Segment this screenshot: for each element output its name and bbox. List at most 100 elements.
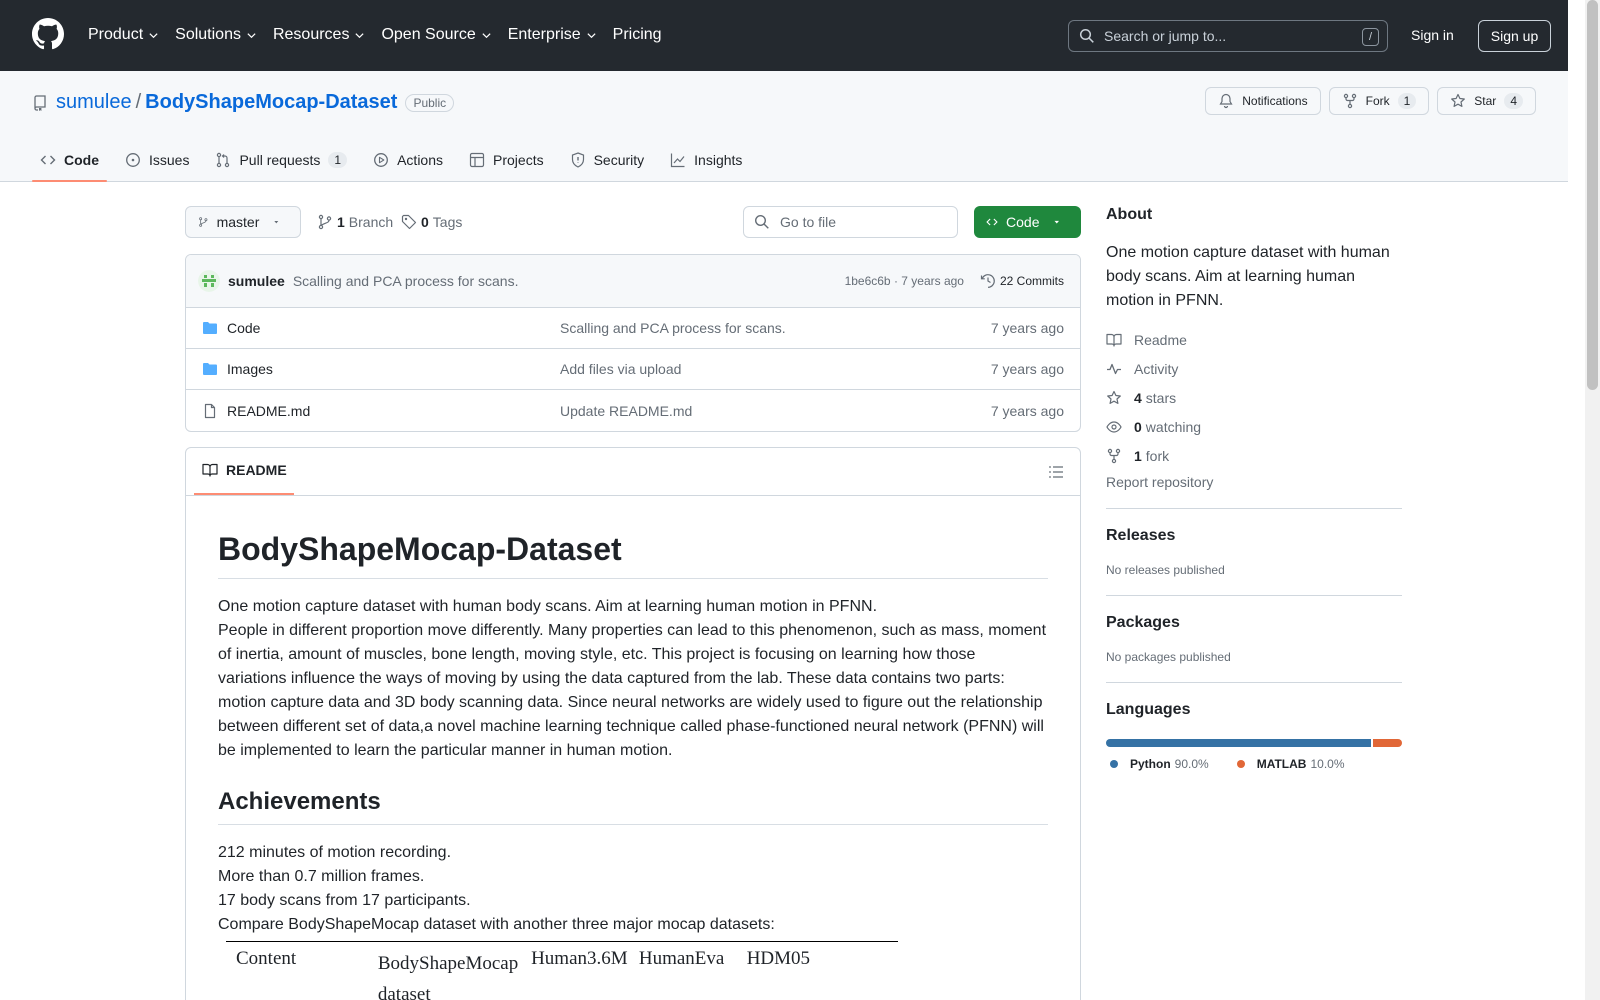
commits-history-link[interactable]: 22 Commits	[980, 273, 1064, 289]
code-dropdown-button[interactable]: Code	[974, 206, 1081, 238]
star-icon	[1451, 93, 1466, 107]
activity-link[interactable]: Activity	[1106, 359, 1402, 378]
file-name-link[interactable]: README.md	[227, 403, 310, 419]
global-header: Product Solutions Resources Open Source …	[0, 0, 1568, 71]
go-to-file-input[interactable]: Go to file	[743, 206, 958, 238]
file-name-link[interactable]: Images	[227, 361, 273, 377]
tab-label: Security	[593, 152, 645, 168]
nav-product[interactable]: Product	[88, 24, 159, 46]
search-input[interactable]: Search or jump to... /	[1068, 20, 1388, 52]
table-header-cell: Content	[236, 948, 297, 969]
comparison-table-image: Content BodyShapeMocap dataset Human3.6M…	[226, 941, 898, 1000]
tab-label: Actions	[397, 152, 444, 168]
repo-forked-icon	[1343, 93, 1356, 109]
code-icon	[40, 155, 56, 165]
tab-security[interactable]: Security	[562, 143, 653, 177]
forks-link[interactable]: 1 fork	[1106, 446, 1402, 465]
releases-heading[interactable]: Releases	[1106, 527, 1402, 545]
table-header-cell: BodyShapeMocap dataset	[377, 953, 519, 1000]
commit-hash-time[interactable]: 1be6c6b · 7 years ago	[845, 274, 964, 288]
nav-open-source[interactable]: Open Source	[381, 24, 491, 46]
sign-in-link[interactable]: Sign in	[1411, 27, 1454, 43]
folder-icon	[203, 363, 217, 375]
tab-label: Pull requests	[239, 152, 321, 168]
pulse-icon	[1107, 363, 1121, 374]
packages-heading[interactable]: Packages	[1106, 614, 1402, 632]
readme-link[interactable]: Readme	[1106, 330, 1402, 349]
repo-owner-link[interactable]: sumulee	[56, 91, 132, 114]
repo-header: sumulee / BodyShapeMocap-Dataset Public …	[0, 71, 1568, 182]
language-percent: 90.0%	[1174, 757, 1209, 771]
stars-link[interactable]: 4 stars	[1106, 388, 1402, 407]
chevron-down-icon	[247, 32, 256, 38]
language-bar-segment	[1372, 739, 1402, 747]
main-content: master 1 Branch 0 Tags Go to file Code s…	[185, 206, 1081, 1000]
language-item-python[interactable]: Python 90.0%	[1106, 757, 1209, 771]
tab-projects[interactable]: Projects	[461, 143, 552, 177]
watching-count: 0	[1134, 418, 1142, 435]
fork-button[interactable]: Fork 1	[1328, 87, 1430, 115]
file-row[interactable]: Code Scalling and PCA process for scans.…	[186, 308, 1080, 349]
table-icon	[469, 152, 485, 168]
tab-pull-requests[interactable]: Pull requests 1	[207, 143, 355, 177]
top-nav: Product Solutions Resources Open Source …	[88, 24, 678, 46]
readme-header: README	[186, 448, 1080, 496]
star-count: 4	[1504, 93, 1523, 109]
file-commit-message[interactable]: Update README.md	[560, 403, 692, 419]
sign-up-button[interactable]: Sign up	[1478, 20, 1551, 52]
branches-link[interactable]: 1 Branch	[317, 214, 393, 230]
file-icon	[204, 403, 216, 418]
file-navigation: master 1 Branch 0 Tags Go to file Code	[185, 206, 1081, 238]
nav-solutions[interactable]: Solutions	[175, 24, 257, 46]
readme-title: BodyShapeMocap-Dataset	[218, 529, 1048, 579]
pull-request-count: 1	[328, 152, 348, 168]
repo-name-link[interactable]: BodyShapeMocap-Dataset	[145, 91, 397, 114]
notifications-button[interactable]: Notifications	[1205, 87, 1321, 115]
avatar[interactable]	[198, 270, 220, 292]
file-commit-message[interactable]: Add files via upload	[560, 361, 681, 377]
packages-section: Packages No packages published	[1106, 595, 1402, 664]
watching-link[interactable]: 0 watching	[1106, 417, 1402, 436]
shield-icon	[571, 152, 584, 168]
search-icon	[1079, 28, 1094, 43]
tab-label: Code	[64, 152, 99, 168]
nav-resources[interactable]: Resources	[273, 24, 365, 46]
report-repository-link[interactable]: Report repository	[1106, 474, 1402, 490]
readme-link-label: Readme	[1134, 331, 1187, 348]
star-button[interactable]: Star 4	[1437, 87, 1536, 115]
about-heading: About	[1106, 206, 1153, 223]
file-row[interactable]: README.md Update README.md 7 years ago	[186, 390, 1080, 431]
list-unordered-icon[interactable]	[1048, 464, 1064, 480]
nav-label: Enterprise	[507, 26, 581, 43]
file-age: 7 years ago	[990, 361, 1064, 377]
language-name: MATLAB	[1256, 757, 1307, 771]
code-icon	[986, 218, 998, 226]
readme-intro-line: One motion capture dataset with human bo…	[218, 598, 878, 615]
nav-pricing[interactable]: Pricing	[613, 24, 662, 46]
forks-label: fork	[1145, 447, 1170, 464]
stars-label: stars	[1145, 389, 1177, 406]
language-bar	[1106, 739, 1402, 747]
readme-tab[interactable]: README	[202, 462, 287, 478]
file-browser: sumulee Scalling and PCA process for sca…	[185, 254, 1081, 432]
github-logo-icon[interactable]	[32, 18, 64, 50]
language-list: Python 90.0% MATLAB 10.0%	[1106, 757, 1402, 771]
file-row[interactable]: Images Add files via upload 7 years ago	[186, 349, 1080, 390]
file-commit-message[interactable]: Scalling and PCA process for scans.	[560, 320, 786, 336]
file-name-link[interactable]: Code	[227, 320, 260, 336]
commit-author-link[interactable]: sumulee	[228, 273, 285, 289]
scrollbar-thumb[interactable]	[1587, 0, 1598, 390]
page-scrollbar[interactable]	[1585, 0, 1600, 1000]
language-item-matlab[interactable]: MATLAB 10.0%	[1233, 757, 1345, 771]
folder-icon	[203, 322, 217, 334]
repo-tabs: Code Issues Pull requests 1 Actions Proj…	[32, 143, 760, 182]
nav-enterprise[interactable]: Enterprise	[508, 24, 597, 46]
tags-link[interactable]: 0 Tags	[401, 214, 462, 230]
tab-code[interactable]: Code	[32, 143, 107, 182]
tab-issues[interactable]: Issues	[117, 143, 197, 177]
tab-actions[interactable]: Actions	[365, 143, 451, 177]
commit-message-link[interactable]: Scalling and PCA process for scans.	[293, 273, 519, 289]
branch-select-button[interactable]: master	[185, 206, 301, 238]
nav-label: Resources	[272, 26, 350, 43]
tab-insights[interactable]: Insights	[662, 143, 750, 177]
